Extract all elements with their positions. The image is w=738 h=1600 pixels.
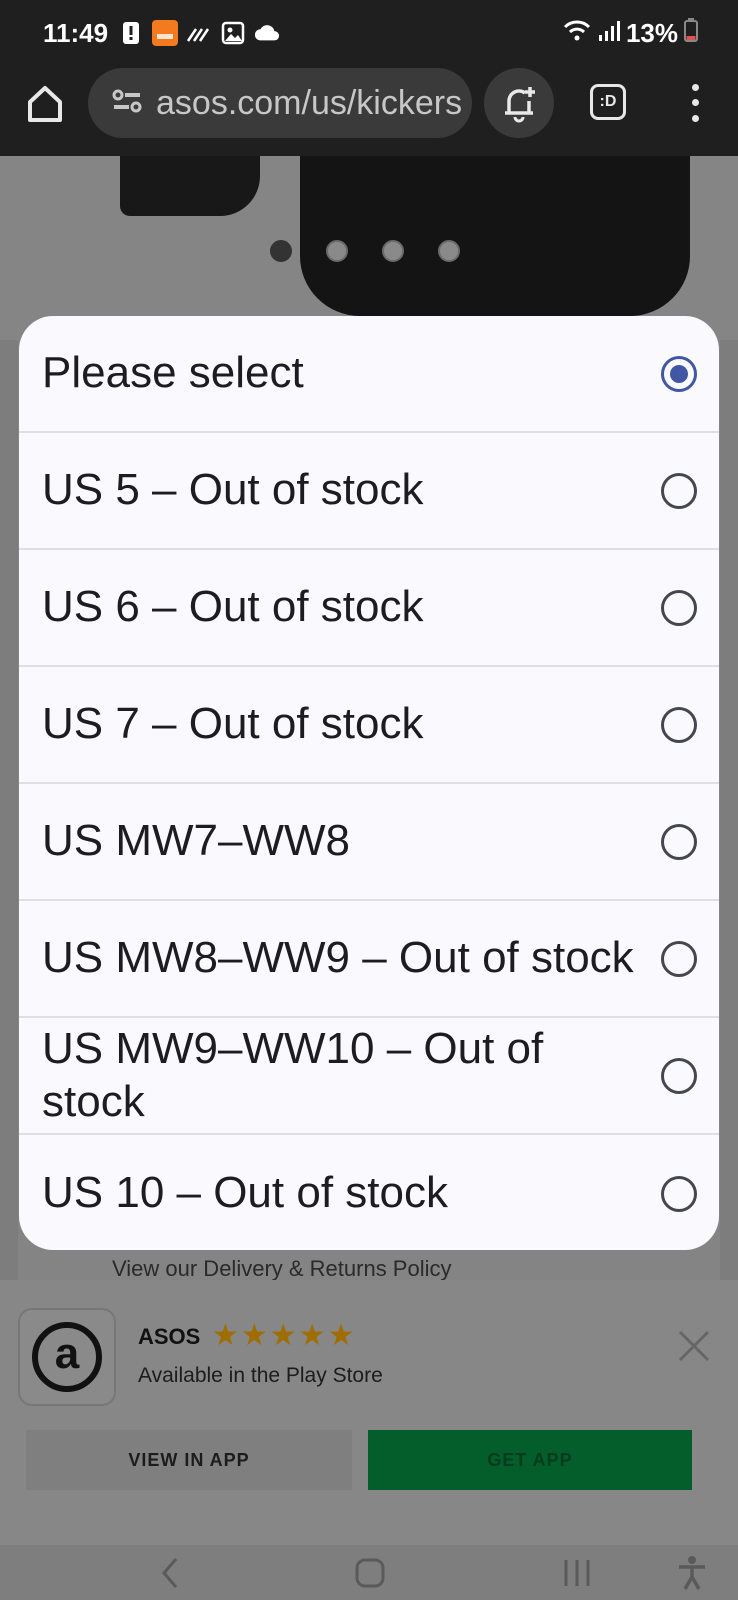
- temu-icon: [152, 20, 178, 46]
- size-option[interactable]: US 10 – Out of stock: [19, 1135, 719, 1250]
- radio-icon[interactable]: [661, 940, 697, 977]
- rating-stars: ★★★★★: [212, 1319, 357, 1352]
- battery-percent: 13%: [625, 18, 678, 48]
- delivery-returns-link[interactable]: View our Delivery & Returns Policy: [112, 1256, 452, 1282]
- home-button[interactable]: [22, 80, 68, 126]
- radio-icon[interactable]: [661, 1057, 697, 1094]
- size-select-dialog: Please select US 5 – Out of stock US 6 –…: [19, 316, 719, 1250]
- carousel-dot[interactable]: [326, 240, 348, 262]
- app-install-banner: a ASOS ★★★★★ Available in the Play Store…: [0, 1280, 738, 1545]
- home-icon: [28, 86, 62, 122]
- radio-selected-icon[interactable]: [661, 355, 697, 392]
- size-option-label: US 6 – Out of stock: [42, 582, 424, 632]
- recents-button[interactable]: [560, 1553, 594, 1593]
- carousel-dot[interactable]: [382, 240, 404, 262]
- bell-plus-icon: [505, 87, 535, 123]
- more-menu-button[interactable]: [682, 80, 708, 126]
- size-option[interactable]: Please select: [19, 316, 719, 433]
- status-bar: 11:49 13%: [0, 0, 738, 66]
- back-button[interactable]: [150, 1553, 190, 1593]
- accessibility-icon: [679, 1556, 705, 1590]
- add-notification-button[interactable]: [484, 68, 554, 138]
- alert-icon: [118, 20, 144, 46]
- view-in-app-button[interactable]: VIEW IN APP: [26, 1430, 352, 1490]
- carousel-dots: [270, 240, 460, 262]
- asos-a-icon: a: [32, 1322, 102, 1392]
- size-option-label: US MW9–WW10 – Out of stock: [42, 1023, 544, 1126]
- radio-icon[interactable]: [661, 706, 697, 743]
- carousel-dot[interactable]: [438, 240, 460, 262]
- close-banner-button[interactable]: [674, 1326, 714, 1366]
- size-option[interactable]: US 5 – Out of stock: [19, 433, 719, 550]
- close-icon: [678, 1330, 710, 1362]
- carousel-dot[interactable]: [270, 240, 292, 262]
- size-option[interactable]: US MW8–WW9 – Out of stock: [19, 901, 719, 1018]
- radio-icon[interactable]: [661, 823, 697, 860]
- browser-toolbar: asos.com/us/kickers :D: [0, 66, 738, 156]
- cell-signal-icon: [598, 18, 620, 49]
- size-option-label: US 7 – Out of stock: [42, 699, 424, 749]
- size-option[interactable]: US 7 – Out of stock: [19, 667, 719, 784]
- radio-icon[interactable]: [661, 589, 697, 626]
- menu-dot: [691, 114, 699, 122]
- menu-dot: [691, 99, 699, 107]
- wifi-icon: [562, 18, 592, 49]
- asos-logo: a: [18, 1308, 116, 1406]
- size-option[interactable]: US 6 – Out of stock: [19, 550, 719, 667]
- tab-switcher-button[interactable]: :D: [590, 84, 626, 120]
- size-option-label: US 10 – Out of stock: [42, 1168, 448, 1218]
- radio-icon[interactable]: [661, 1175, 697, 1212]
- app-name: ASOS: [138, 1324, 201, 1349]
- notification-icons: [118, 20, 280, 46]
- boot-shape: [300, 156, 690, 316]
- recents-icon: [564, 1560, 590, 1586]
- status-right: 13%: [562, 18, 698, 49]
- size-option-label: US MW8–WW9 – Out of stock: [42, 933, 634, 983]
- size-option-label: US 5 – Out of stock: [42, 465, 424, 515]
- radio-icon[interactable]: [661, 472, 697, 509]
- back-icon: [162, 1558, 178, 1588]
- home-square-icon: [355, 1558, 385, 1588]
- get-app-button[interactable]: GET APP: [368, 1430, 692, 1490]
- cloud-icon: [254, 20, 280, 46]
- boot-heel-shape: [120, 156, 260, 216]
- system-nav-bar: [0, 1545, 738, 1600]
- product-image: [0, 156, 738, 340]
- address-bar[interactable]: asos.com/us/kickers: [88, 68, 472, 138]
- site-settings-icon[interactable]: [112, 88, 142, 119]
- menu-dot: [691, 84, 699, 92]
- size-option[interactable]: US MW9–WW10 – Out of stock: [19, 1018, 719, 1135]
- home-nav-button[interactable]: [350, 1553, 390, 1593]
- size-option-label: US MW7–WW8: [42, 816, 350, 866]
- battery-icon: [684, 18, 698, 49]
- signal-lines-icon: [186, 20, 212, 46]
- url-text[interactable]: asos.com/us/kickers: [156, 84, 462, 123]
- size-option-label: Please select: [42, 348, 304, 398]
- size-option[interactable]: US MW7–WW8: [19, 784, 719, 901]
- accessibility-button[interactable]: [672, 1553, 712, 1593]
- app-subtitle: Available in the Play Store: [138, 1364, 383, 1387]
- image-icon: [220, 20, 246, 46]
- status-time: 11:49: [43, 18, 109, 48]
